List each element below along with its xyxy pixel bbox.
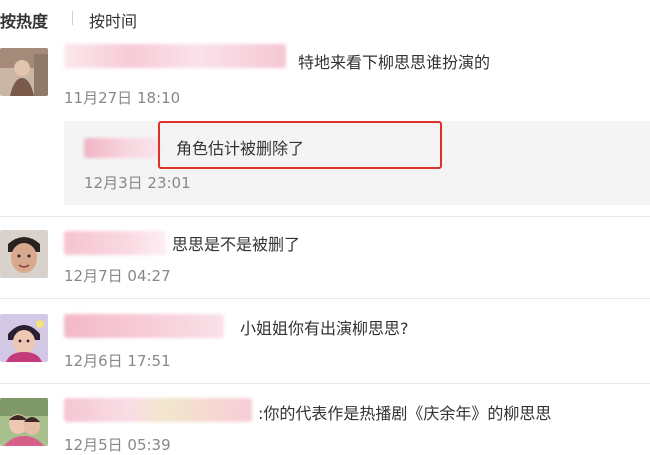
avatar[interactable] <box>0 48 48 96</box>
comment-text: 思思是不是被删了 <box>172 235 301 254</box>
blurred-username <box>64 231 166 255</box>
blurred-username <box>64 398 252 422</box>
sort-by-time-tab[interactable]: 按时间 <box>89 8 137 32</box>
avatar-person-icon <box>0 398 48 446</box>
sort-by-hot-tab[interactable]: 按热度 <box>0 8 48 32</box>
comment-time: 12月5日 05:39 <box>64 436 171 454</box>
comment-time: 11月27日 18:10 <box>64 89 181 107</box>
comment-text: 特地来看下柳思思谁扮演的 <box>298 53 491 72</box>
blurred-reply-username <box>84 138 160 158</box>
reply-time: 12月3日 23:01 <box>84 174 191 192</box>
comment-divider <box>0 383 650 384</box>
avatar-person-icon <box>0 314 48 362</box>
avatar[interactable] <box>0 314 48 362</box>
comment-time: 12月7日 04:27 <box>64 267 171 285</box>
comment-divider <box>0 298 650 299</box>
avatar[interactable] <box>0 230 48 278</box>
avatar-person-icon <box>0 48 48 96</box>
comment-divider <box>0 216 650 217</box>
sort-bar: 按热度 按时间 <box>0 0 650 36</box>
comment-text: 小姐姐你有出演柳思思? <box>240 319 409 338</box>
comment-time: 12月6日 17:51 <box>64 352 171 370</box>
blurred-username <box>64 314 224 338</box>
avatar[interactable] <box>0 398 48 446</box>
sort-divider <box>72 11 73 25</box>
comment-text: :你的代表作是热播剧《庆余年》的柳思思 <box>258 404 552 423</box>
blurred-username <box>64 44 286 68</box>
highlight-box <box>158 121 442 169</box>
avatar-person-icon <box>0 230 48 278</box>
